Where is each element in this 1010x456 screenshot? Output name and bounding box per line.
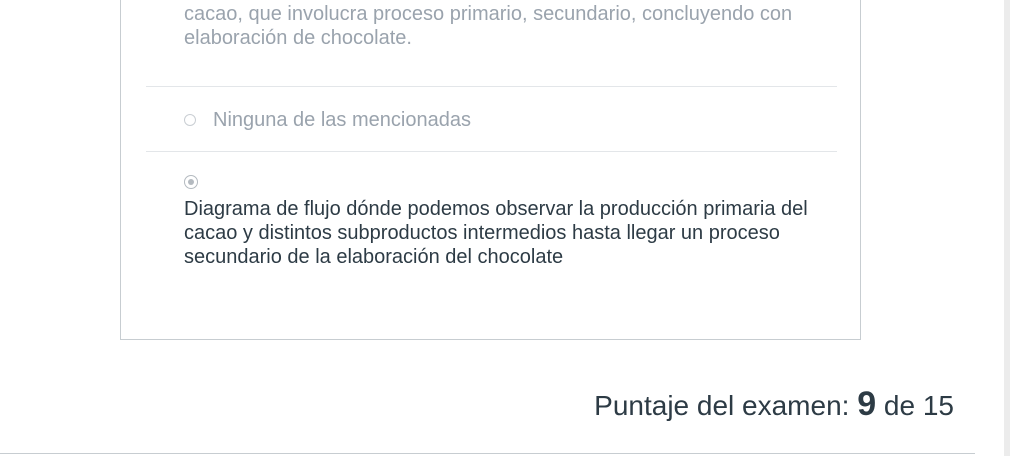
scrollbar[interactable] bbox=[1004, 0, 1010, 456]
score-value: 9 bbox=[857, 385, 877, 423]
exam-score: Puntaje del examen: 9 de 15 bbox=[594, 384, 954, 426]
answer-option-selected[interactable]: Diagrama de flujo dónde podemos observar… bbox=[184, 175, 824, 269]
quiz-results-page: cacao, que involucra proceso primario, s… bbox=[0, 0, 1010, 456]
radio-button-selected[interactable] bbox=[184, 175, 198, 189]
score-total: 15 bbox=[922, 390, 954, 421]
answer-divider bbox=[146, 86, 837, 87]
score-connector: de bbox=[883, 390, 916, 421]
answer-option-label: Ninguna de las mencionadas bbox=[213, 109, 471, 131]
section-divider bbox=[0, 453, 975, 454]
answer-option-none[interactable]: Ninguna de las mencionadas bbox=[184, 108, 471, 132]
score-prefix: Puntaje del examen: bbox=[594, 390, 850, 421]
radio-button-unselected[interactable] bbox=[184, 114, 196, 126]
answer-divider bbox=[146, 151, 837, 152]
answer-option-label: Diagrama de flujo dónde podemos observar… bbox=[184, 198, 808, 268]
answer-option-previous: cacao, que involucra proceso primario, s… bbox=[184, 3, 793, 49]
question-card: cacao, que involucra proceso primario, s… bbox=[120, 0, 861, 340]
